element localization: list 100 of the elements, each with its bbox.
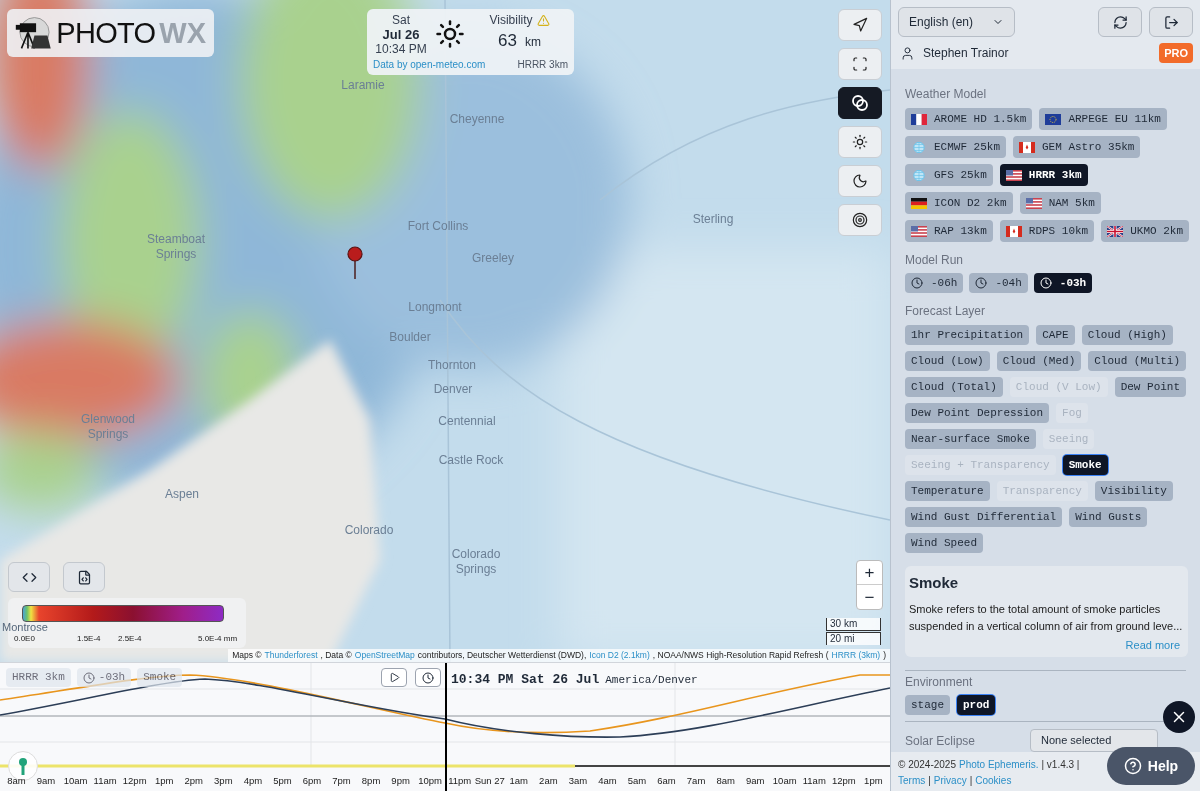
section-title: Model Run <box>905 252 965 269</box>
environment-option[interactable]: prod <box>957 695 996 715</box>
hour-label: 10pm <box>417 774 444 788</box>
code-file-button[interactable] <box>63 562 105 592</box>
attribution-text: | <box>969 774 973 788</box>
solar-eclipse-select[interactable]: None selected <box>1030 729 1158 752</box>
section-title: Environment <box>905 674 974 691</box>
map-place-label: Colorado Springs <box>450 547 502 577</box>
hour-label: 7pm <box>331 774 352 788</box>
layer-option[interactable]: Temperature <box>905 481 990 501</box>
attribution-text: contributors, Deutscher Wetterdienst (DWD), <box>417 650 587 661</box>
link[interactable]: HRRR (3km) <box>831 650 881 661</box>
now-time-button[interactable] <box>415 668 441 687</box>
map-place-label: Laramie <box>341 78 385 93</box>
layer-option[interactable]: Wind Gusts <box>1069 507 1148 527</box>
layer-option[interactable]: Dew Point Depression <box>905 403 1050 423</box>
link[interactable]: Thunderforest <box>264 650 318 661</box>
map-place-label: Montrose <box>2 622 48 633</box>
model-option[interactable]: NAM 5km <box>1019 192 1101 214</box>
map-place-label: Thornton <box>428 358 476 373</box>
layer-option[interactable]: Smoke <box>1062 455 1108 475</box>
clock-icon <box>422 671 434 684</box>
map-pin-icon[interactable] <box>346 245 364 279</box>
help-icon <box>1123 757 1142 775</box>
hour-label: 2pm <box>183 774 204 788</box>
code-file-icon <box>76 569 92 585</box>
zoom-in-button[interactable]: + <box>857 561 882 585</box>
current-time-text: 10:34 PM Sat 26 Jul <box>451 671 600 689</box>
layer-option[interactable]: Near-surface Smoke <box>905 429 1036 449</box>
navigation-arrow-icon <box>852 17 868 33</box>
close-button[interactable] <box>1163 701 1195 733</box>
flag-icon <box>1025 197 1042 209</box>
layer-option[interactable]: Visibility <box>1094 481 1173 501</box>
sun-icon <box>435 19 465 49</box>
info-description: Smoke refers to the total amount of smoke particles suspended in a vertical column of air from ground leve... <box>909 601 1184 634</box>
layer-option[interactable]: Cloud (Med) <box>996 351 1082 371</box>
hour-label: 12pm <box>121 774 148 788</box>
model-option[interactable]: GFS 25km <box>905 164 993 186</box>
layer-option[interactable]: Wind Gust Differential <box>905 507 1063 527</box>
model-option[interactable]: GEM Astro 35km <box>1013 136 1141 158</box>
zoom-out-button[interactable]: − <box>857 585 882 609</box>
layer-option[interactable]: Cloud (Low) <box>905 351 990 371</box>
embed-code-button[interactable] <box>8 562 50 592</box>
model-option[interactable]: RDPS 10km <box>999 220 1095 242</box>
hour-label: 9am <box>744 774 766 788</box>
clock-icon <box>1039 277 1052 289</box>
play-icon <box>388 672 400 683</box>
overlapping-circles-icon <box>851 94 869 112</box>
attribution-text: , NOAA/NWS High-Resolution Rapid Refresh ( <box>652 650 829 661</box>
hour-label: 9pm <box>390 774 411 788</box>
logout-button[interactable] <box>1149 7 1193 37</box>
hour-label: 7am <box>685 774 707 788</box>
hour-label: 1pm <box>863 774 884 788</box>
hour-label: 5am <box>626 774 648 788</box>
chip-text: -03h <box>98 670 126 686</box>
model-option[interactable]: RAP 13km <box>905 220 993 242</box>
model-option[interactable]: ARPEGE EU 11km <box>1039 108 1167 130</box>
layer-option[interactable]: Cloud (High) <box>1081 325 1173 345</box>
flag-icon <box>1019 141 1035 153</box>
layer-option[interactable]: Cloud (Multi) <box>1088 351 1187 371</box>
layer-option[interactable]: 1hr Precipitation <box>905 325 1030 345</box>
model-run-option[interactable]: -04h <box>969 273 1028 293</box>
model-option[interactable]: AROME HD 1.5km <box>905 108 1033 130</box>
model-option[interactable]: HRRR 3km <box>999 164 1088 186</box>
model-option[interactable]: ECMWF 25km <box>905 136 1006 158</box>
link[interactable]: Icon D2 (2.1km) <box>589 650 650 661</box>
metric-value: 63 <box>498 31 517 51</box>
hour-label: 10am <box>62 774 89 788</box>
layer-option[interactable]: Cloud (Total) <box>905 377 1003 397</box>
moon-icon <box>852 173 868 189</box>
flag-icon <box>911 113 927 125</box>
map-place-label: Glenwood Springs <box>79 412 136 442</box>
section-title: Forecast Layer <box>905 303 987 320</box>
layer-option[interactable]: Dew Point <box>1114 377 1187 397</box>
map-place-label: Cheyenne <box>449 112 505 127</box>
model-option[interactable]: ICON D2 2km <box>905 192 1013 214</box>
hour-label: 2am <box>538 774 559 788</box>
layer-option[interactable]: CAPE <box>1036 325 1075 345</box>
refresh-button[interactable] <box>1098 7 1142 37</box>
hour-label: 8am <box>715 774 736 788</box>
hour-label: 3am <box>567 774 589 788</box>
flag-icon <box>1005 169 1022 181</box>
play-button[interactable] <box>381 668 407 687</box>
metric-label: Visibility <box>489 13 533 27</box>
model-option[interactable]: UKMO 2km <box>1101 220 1190 242</box>
timezone-text: America/Denver <box>605 673 698 688</box>
environment-option[interactable]: stage <box>905 695 950 715</box>
help-button[interactable]: Help <box>1107 747 1195 785</box>
language-select[interactable]: English (en) <box>898 7 1015 37</box>
map-place-label: Longmont <box>408 300 462 315</box>
flag-icon <box>911 197 927 209</box>
map-control-button[interactable] <box>838 87 882 119</box>
link[interactable]: OpenStreetMap <box>354 650 415 661</box>
hour-label: 11pm <box>447 774 473 788</box>
attribution-text: , Data © <box>320 650 352 661</box>
model-run-option[interactable]: -06h <box>905 273 964 293</box>
clock-icon <box>82 671 95 684</box>
model-run-option[interactable]: -03h <box>1033 273 1093 293</box>
layer-option[interactable]: Wind Speed <box>905 533 983 553</box>
map-place-label: Centennial <box>438 414 496 429</box>
